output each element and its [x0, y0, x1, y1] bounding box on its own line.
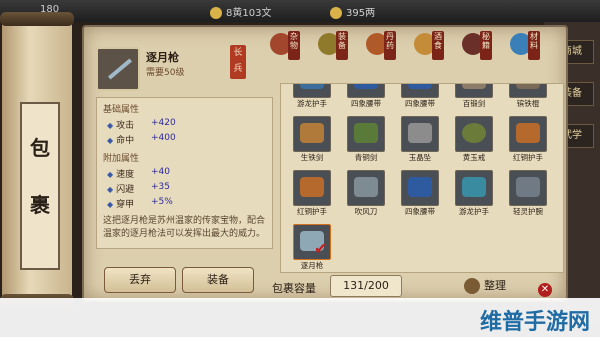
blade-icon	[354, 177, 378, 197]
belt-icon	[408, 177, 432, 197]
inventory-slot[interactable]: 游龙护手	[455, 170, 493, 216]
watermark-footer: 维普手游网	[0, 298, 600, 337]
inventory-slot[interactable]: 红铜护手	[509, 116, 547, 162]
title-scroll: 包 裹	[0, 12, 74, 308]
capacity-label: 包裹容量	[272, 282, 316, 295]
stat-row: 闪避+35	[97, 181, 272, 196]
belt-icon	[354, 84, 378, 89]
stat-row: 速度+40	[97, 166, 272, 181]
close-icon[interactable]: ✕	[538, 283, 552, 297]
base-stats-heading: 基础属性	[103, 105, 140, 115]
item-requirement: 需要50级	[146, 68, 185, 78]
sort-button[interactable]: 整理	[464, 275, 530, 297]
inventory-slot[interactable]: 玉晶坠	[401, 116, 439, 162]
capacity-value: 131/200	[330, 275, 402, 297]
sword-icon	[462, 84, 486, 89]
inventory-grid: 游龙护手 四象腰带 四象腰带 百锻剑 镔铁棍 生铁剑 青铜剑 玉晶坠 黄玉戒 红…	[280, 83, 564, 273]
currency-copper: 8黄103文	[210, 4, 271, 19]
item-stats-panel: 基础属性 攻击+420 命中+400 附加属性 速度+40 闪避+35 穿甲+5…	[96, 97, 273, 249]
top-status-bar: 180 8黄103文 395两	[0, 0, 600, 22]
inventory-slot[interactable]: 四象腰带	[401, 170, 439, 216]
tab-pills[interactable]: 丹药	[362, 29, 402, 63]
spear-icon	[96, 47, 140, 91]
silver-amount: 395两	[346, 8, 376, 19]
inventory-slot[interactable]: 轻灵护腕	[509, 170, 547, 216]
stat-row: 攻击+420	[97, 117, 272, 132]
bag-icon	[464, 278, 480, 294]
inventory-slot-selected[interactable]: ✔ 逐月枪	[293, 224, 331, 270]
currency-silver: 395两	[330, 4, 375, 19]
scroll-title-char: 包	[30, 136, 50, 160]
inventory-slot[interactable]: 吹风刀	[347, 170, 385, 216]
inventory-slot[interactable]: 游龙护手	[293, 84, 331, 108]
inventory-slot[interactable]: 四象腰带	[347, 84, 385, 108]
tab-equipment[interactable]: 装备	[314, 29, 354, 63]
gauntlet-icon	[516, 123, 540, 143]
tab-materials[interactable]: 材料	[506, 29, 546, 63]
tab-misc[interactable]: 杂物	[266, 29, 306, 63]
inventory-slot[interactable]: 生铁剑	[293, 116, 331, 162]
bonus-stats-heading: 附加属性	[103, 154, 140, 164]
equip-button[interactable]: 装备	[182, 267, 254, 293]
gauntlet-icon	[462, 177, 486, 197]
checkmark-icon: ✔	[314, 239, 328, 258]
inventory-slot[interactable]: 红铜护手	[293, 170, 331, 216]
tab-manuals[interactable]: 秘籍	[458, 29, 498, 63]
belt-icon	[408, 84, 432, 89]
scroll-rod-top	[0, 12, 74, 26]
gauntlet-icon	[300, 84, 324, 89]
discard-button[interactable]: 丢弃	[104, 267, 176, 293]
selected-item-header: 逐月枪 需要50级 长兵	[96, 45, 276, 99]
coin-icon	[210, 7, 222, 19]
inventory-slot[interactable]: 青铜剑	[347, 116, 385, 162]
inventory-slot[interactable]: 镔铁棍	[509, 84, 547, 108]
pendant-icon	[408, 123, 432, 143]
inventory-panel: 逐月枪 需要50级 长兵 基础属性 攻击+420 命中+400 附加属性 速度+…	[82, 25, 568, 302]
scroll-title: 包 裹	[20, 102, 60, 270]
sword-icon	[300, 123, 324, 143]
stat-row: 命中+400	[97, 132, 272, 147]
stat-row: 穿甲+5%	[97, 196, 272, 211]
weapon-type-tag: 长兵	[230, 45, 246, 79]
coin-icon	[330, 7, 342, 19]
watermark-text: 维普手游网	[479, 310, 590, 335]
inventory-slot[interactable]: 百锻剑	[455, 84, 493, 108]
scroll-title-char: 裹	[30, 193, 50, 217]
tab-food[interactable]: 酒食	[410, 29, 450, 63]
copper-amount: 8黄103文	[226, 8, 272, 19]
ring-icon	[462, 123, 486, 143]
sword-icon	[354, 123, 378, 143]
inventory-slot[interactable]: 黄玉戒	[455, 116, 493, 162]
gauntlet-icon	[300, 177, 324, 197]
bracer-icon	[516, 177, 540, 197]
staff-icon	[516, 84, 540, 89]
item-description: 这把逐月枪是苏州温家的传家宝物，配合温家的逐月枪法可以发挥出最大的威力。	[103, 216, 266, 239]
item-name: 逐月枪	[146, 51, 179, 64]
inventory-slot[interactable]: 四象腰带	[401, 84, 439, 108]
